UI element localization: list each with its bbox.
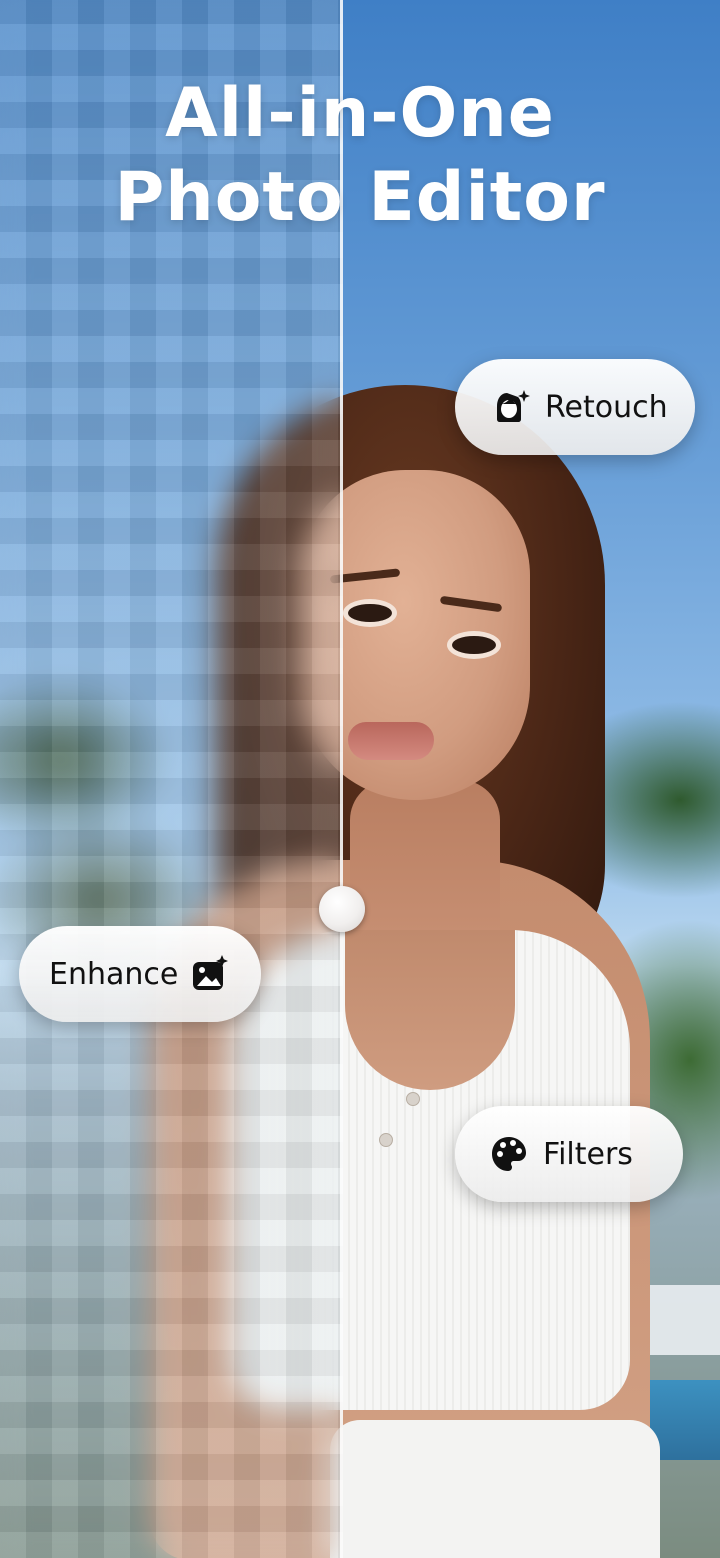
filters-badge[interactable]: Filters — [455, 1106, 683, 1202]
retouch-label: Retouch — [545, 389, 668, 425]
eye — [452, 636, 496, 654]
retouch-badge[interactable]: Retouch — [455, 359, 695, 455]
promo-screen: All-in-One Photo Editor Retouch Enhance … — [0, 0, 720, 1558]
palette-icon — [492, 1137, 526, 1171]
image-sparkle-icon — [193, 955, 229, 990]
lips — [348, 722, 434, 760]
top-button — [406, 1092, 420, 1106]
enhance-badge[interactable]: Enhance — [19, 926, 261, 1022]
enhance-label: Enhance — [49, 956, 179, 992]
headline-line-1: All-in-One — [165, 74, 555, 153]
top-button — [379, 1133, 393, 1147]
eye — [348, 604, 392, 622]
face-sparkle-icon — [497, 390, 530, 422]
compare-slider-handle[interactable] — [319, 886, 365, 932]
filters-label: Filters — [543, 1136, 633, 1172]
headline-line-2: Photo Editor — [114, 158, 606, 237]
white-shorts — [330, 1420, 660, 1558]
headline: All-in-One Photo Editor — [0, 72, 720, 240]
